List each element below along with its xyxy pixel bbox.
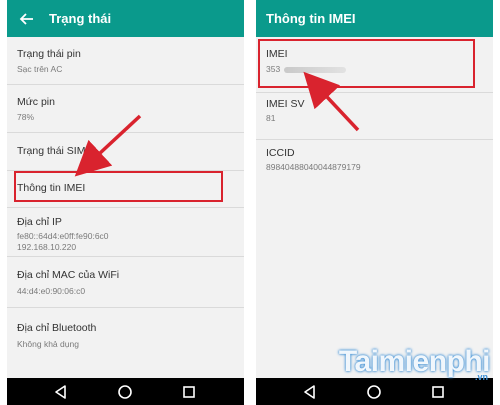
arrow-to-imei-info — [74, 114, 142, 177]
watermark-domain: .vn — [474, 372, 488, 382]
arrow-to-imei — [303, 71, 360, 132]
watermark-logo: Taimienphi — [338, 345, 491, 378]
